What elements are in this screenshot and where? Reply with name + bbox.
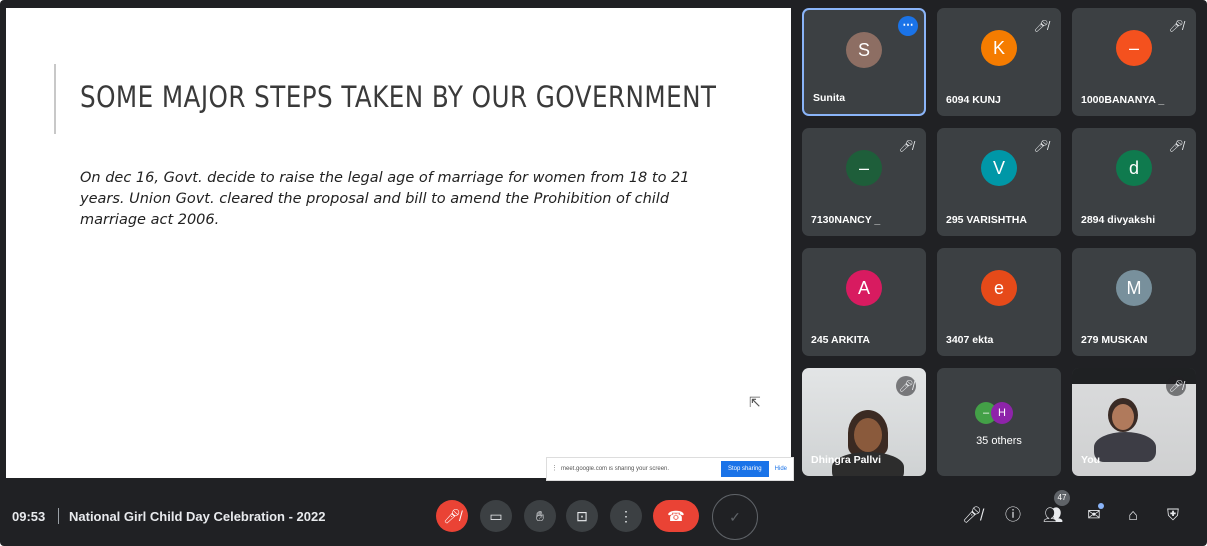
checkmark-overlay-button: ✓ bbox=[712, 494, 758, 540]
others-tile[interactable]: – H 35 others bbox=[937, 368, 1061, 476]
participant-tile[interactable]: d 🎤︎̸ 2894 divyakshi bbox=[1072, 128, 1196, 236]
avatar: M bbox=[1116, 270, 1152, 306]
share-notice-text: meet.google.com is sharing your screen. bbox=[561, 466, 670, 472]
participant-name: 295 VARISHTHA bbox=[946, 214, 1027, 226]
mic-off-icon: 🎤︎̸ bbox=[898, 139, 914, 153]
chat-notification-dot bbox=[1098, 503, 1104, 509]
hide-share-notice-button[interactable]: Hide bbox=[769, 466, 793, 472]
toggle-microphone-button[interactable]: 🎤︎̸ bbox=[436, 500, 468, 532]
meeting-clock: 09:53 bbox=[12, 509, 46, 524]
meet-window: SOME MAJOR STEPS TAKEN BY OUR GOVERNMENT… bbox=[0, 0, 1207, 546]
presentation-slide: SOME MAJOR STEPS TAKEN BY OUR GOVERNMENT… bbox=[6, 8, 794, 481]
participant-video-tile[interactable]: 🎤︎̸ Dhingra Pallvi bbox=[802, 368, 926, 476]
participant-count-badge: 47 bbox=[1054, 490, 1070, 506]
mic-off-icon: 🎤︎̸ bbox=[896, 376, 916, 396]
avatar: – bbox=[1116, 30, 1152, 66]
participant-name: You bbox=[1081, 454, 1101, 466]
meeting-details-icon[interactable]: ⓘ bbox=[1001, 504, 1025, 528]
participant-tile[interactable]: A 245 ARKITA bbox=[802, 248, 926, 356]
participant-name: 3407 ekta bbox=[946, 334, 994, 346]
avatar: – bbox=[846, 150, 882, 186]
mic-off-icon: 🎤︎̸ bbox=[1033, 139, 1049, 153]
participant-grid: S ⋯ Sunita K 🎤︎̸ 6094 KUNJ – 🎤︎̸ 1000BAN… bbox=[802, 8, 1198, 478]
participant-name: 245 ARKITA bbox=[811, 334, 870, 346]
leave-call-button[interactable]: ☎︎ bbox=[653, 500, 699, 532]
screen-share-notice: ⋮ meet.google.com is sharing your screen… bbox=[546, 457, 794, 481]
participant-video-figure bbox=[854, 418, 882, 452]
raise-hand-icon: ✋︎ bbox=[536, 508, 544, 524]
avatar: K bbox=[981, 30, 1017, 66]
others-avatars: – H bbox=[975, 402, 1025, 424]
mic-off-icon: 🎤︎̸ bbox=[1168, 139, 1184, 153]
participant-tile[interactable]: K 🎤︎̸ 6094 KUNJ bbox=[937, 8, 1061, 116]
check-icon: ✓ bbox=[729, 509, 741, 525]
end-call-icon: ☎︎ bbox=[667, 508, 685, 524]
divider bbox=[58, 508, 59, 524]
more-options-button[interactable]: ⋮ bbox=[610, 500, 642, 532]
slide-body-text: On dec 16, Govt. decide to raise the leg… bbox=[80, 170, 690, 228]
avatar: A bbox=[846, 270, 882, 306]
participant-name: 7130NANCY _ bbox=[811, 214, 881, 226]
avatar: H bbox=[991, 402, 1013, 424]
more-options-icon: ⋮ bbox=[619, 508, 633, 524]
present-icon: ⊡ bbox=[576, 508, 588, 524]
participant-tile[interactable]: e 3407 ekta bbox=[937, 248, 1061, 356]
participant-tile[interactable]: S ⋯ Sunita bbox=[802, 8, 926, 116]
mic-off-icon: 🎤︎̸ bbox=[1168, 19, 1184, 33]
participant-tile[interactable]: – 🎤︎̸ 7130NANCY _ bbox=[802, 128, 926, 236]
host-controls-icon[interactable]: ⛨ bbox=[1161, 504, 1185, 528]
mic-off-icon: 🎤︎̸ bbox=[1033, 19, 1049, 33]
slide-accent-bar bbox=[54, 64, 56, 134]
avatar: V bbox=[981, 150, 1017, 186]
meeting-control-bar: 09:53 National Girl Child Day Celebratio… bbox=[0, 484, 1207, 546]
avatar: S bbox=[846, 32, 882, 68]
stop-sharing-button[interactable]: Stop sharing bbox=[720, 461, 769, 477]
participant-name: Dhingra Pallvi bbox=[811, 454, 882, 466]
avatar: d bbox=[1116, 150, 1152, 186]
grip-icon: ⋮ bbox=[551, 465, 558, 472]
present-now-button[interactable]: ⊡ bbox=[566, 500, 598, 532]
activities-icon[interactable]: ⌂ bbox=[1121, 504, 1145, 528]
self-video-tile[interactable]: 🎤︎̸ You bbox=[1072, 368, 1196, 476]
meeting-title: National Girl Child Day Celebration - 20… bbox=[69, 509, 326, 524]
more-options-icon[interactable]: ⋯ bbox=[898, 16, 918, 36]
self-video-figure bbox=[1094, 432, 1156, 462]
self-video-figure bbox=[1112, 404, 1134, 430]
others-count-label: 35 others bbox=[976, 435, 1022, 447]
raise-hand-button[interactable]: ✋︎ bbox=[524, 500, 556, 532]
participant-tile[interactable]: V 🎤︎̸ 295 VARISHTHA bbox=[937, 128, 1061, 236]
camera-icon: ▭ bbox=[489, 508, 503, 524]
mic-off-icon: 🎤︎̸ bbox=[443, 508, 461, 524]
participant-name: 1000BANANYA _ bbox=[1081, 94, 1165, 106]
people-icon[interactable]: 👥︎ bbox=[1041, 504, 1065, 528]
participant-name: 6094 KUNJ bbox=[946, 94, 1001, 106]
slide-title: SOME MAJOR STEPS TAKEN BY OUR GOVERNMENT bbox=[80, 80, 717, 114]
participant-tile[interactable]: M 279 MUSKAN bbox=[1072, 248, 1196, 356]
mic-off-icon: 🎤︎̸ bbox=[1166, 376, 1186, 396]
toggle-camera-button[interactable]: ▭ bbox=[480, 500, 512, 532]
participant-tile[interactable]: – 🎤︎̸ 1000BANANYA _ bbox=[1072, 8, 1196, 116]
avatar: e bbox=[981, 270, 1017, 306]
mouse-cursor-icon: ⇱ bbox=[749, 394, 761, 410]
participant-name: 2894 divyakshi bbox=[1081, 214, 1156, 226]
participant-name: Sunita bbox=[813, 92, 846, 104]
mute-all-icon[interactable]: 🎤︎̸ bbox=[960, 504, 984, 528]
participant-name: 279 MUSKAN bbox=[1081, 334, 1148, 346]
